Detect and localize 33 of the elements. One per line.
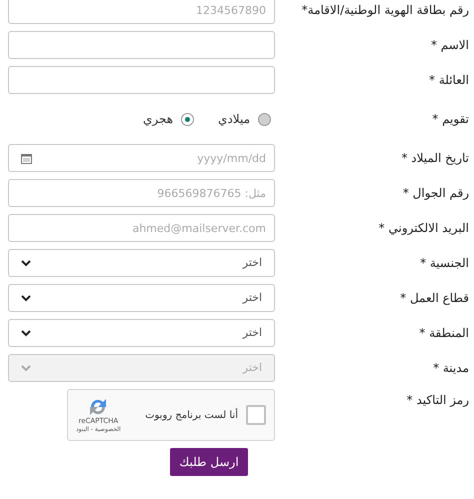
chevron-down-icon bbox=[21, 330, 31, 336]
field-label: رقم الجوال * bbox=[402, 185, 469, 202]
chevron-down-icon bbox=[21, 294, 31, 302]
text-field[interactable]: ahmed@mailserver.com bbox=[8, 214, 275, 242]
calendar-icon bbox=[21, 153, 32, 164]
text-field[interactable] bbox=[8, 31, 275, 59]
radio-button[interactable] bbox=[258, 112, 271, 126]
field-label: رمز التاكيد * bbox=[406, 392, 469, 409]
field-label: الجنسية * bbox=[420, 255, 469, 272]
field-label: العائلة * bbox=[429, 72, 469, 89]
text-field[interactable] bbox=[8, 66, 275, 94]
chevron-down-icon bbox=[21, 260, 31, 266]
field-label: قطاع العمل * bbox=[400, 290, 469, 307]
captcha-checkbox[interactable] bbox=[246, 405, 266, 425]
field-label: البريد الالكتروني * bbox=[378, 220, 469, 237]
radio-option[interactable]: ميلادي bbox=[218, 110, 271, 128]
field-label: رقم بطاقة الهوية الوطنية/الاقامة* bbox=[302, 2, 469, 19]
submit-button[interactable]: ارسل طلبك bbox=[170, 448, 248, 476]
text-field[interactable]: 1234567890 bbox=[8, 0, 275, 24]
radio-button[interactable] bbox=[181, 112, 194, 126]
field-label: المنطقة * bbox=[419, 325, 469, 342]
field-label: تاريخ الميلاد * bbox=[401, 150, 469, 167]
text-field[interactable]: مثل: 966569876765 bbox=[8, 179, 275, 207]
chevron-down-icon bbox=[21, 364, 31, 372]
select-field[interactable]: اختر bbox=[8, 249, 275, 277]
date-field[interactable]: yyyy/mm/dd bbox=[8, 144, 275, 172]
field-label: مدينة * bbox=[433, 360, 469, 377]
captcha-label: أنا لست برنامج روبوت bbox=[145, 408, 238, 422]
field-label: تقويم * bbox=[432, 111, 469, 128]
field-label: الاسم * bbox=[430, 37, 469, 54]
select-field[interactable]: اختر bbox=[8, 284, 275, 312]
select-field[interactable]: اختر bbox=[8, 319, 275, 347]
radio-option[interactable]: هجري bbox=[142, 110, 194, 128]
